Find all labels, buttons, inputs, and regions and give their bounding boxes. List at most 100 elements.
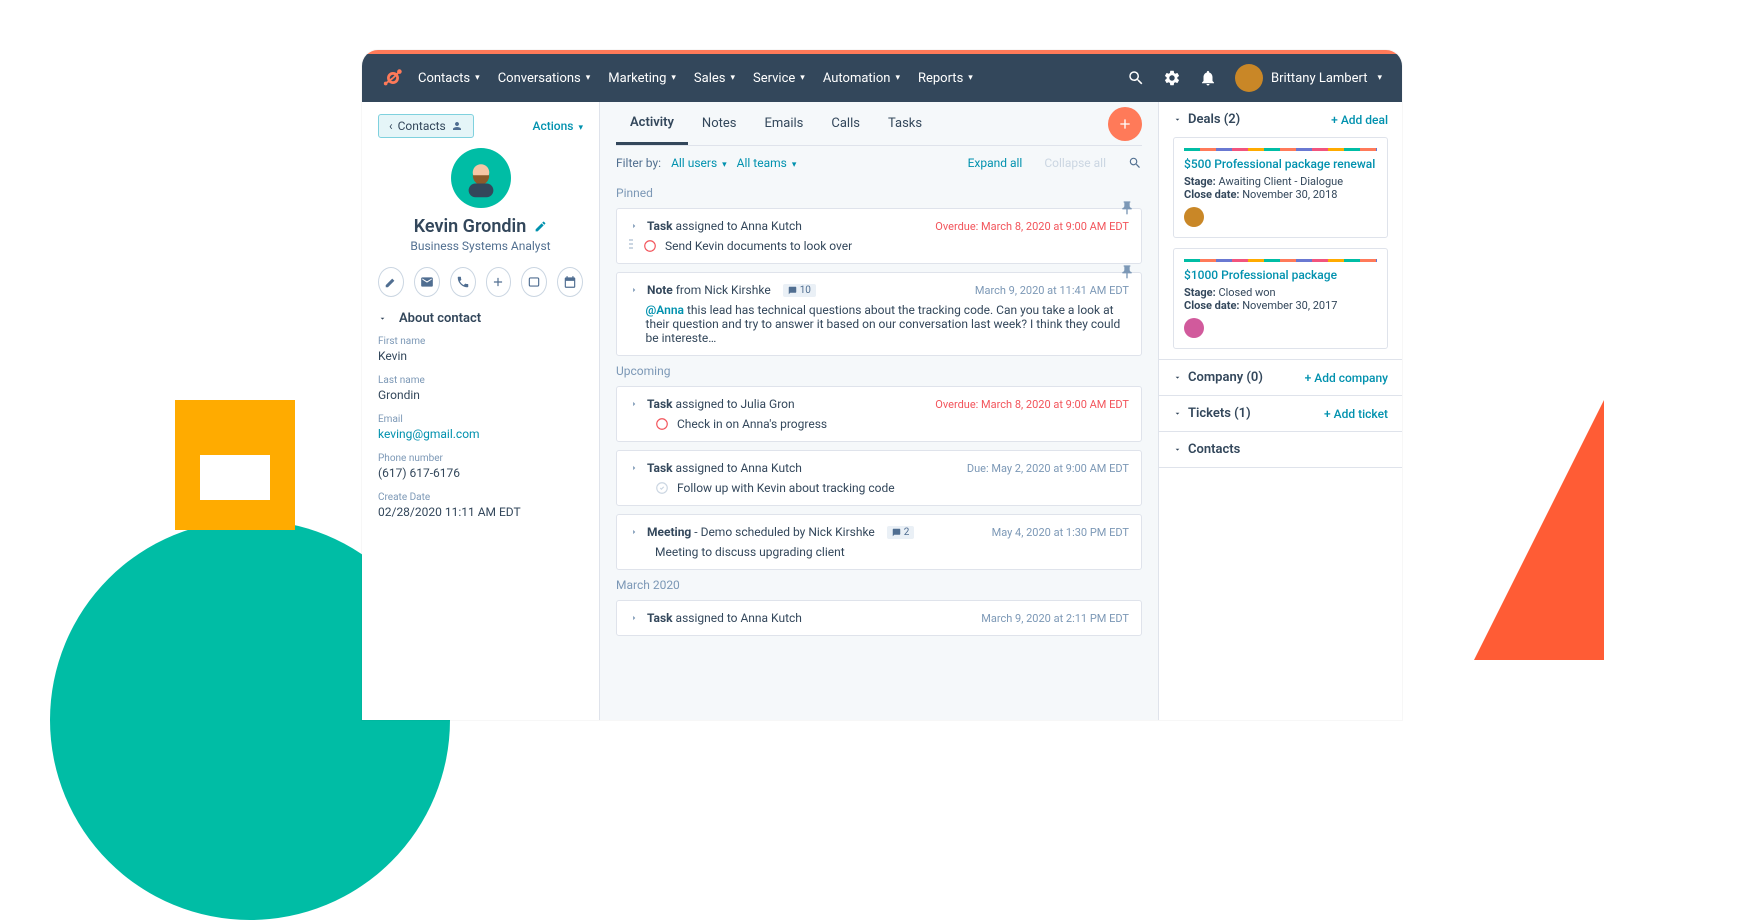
search-activity-icon[interactable] xyxy=(1128,156,1142,170)
deal-pipeline-bar xyxy=(1184,259,1377,262)
hubspot-logo-icon[interactable] xyxy=(382,67,404,89)
tab-tasks[interactable]: Tasks xyxy=(874,102,936,145)
activity-date: Due: May 2, 2020 at 9:00 AM EDT xyxy=(967,462,1129,475)
field-value: Grondin xyxy=(378,388,583,402)
deals-header[interactable]: Deals (2) + Add deal xyxy=(1173,112,1388,127)
contact-field[interactable]: Create Date 02/28/2020 11:11 AM EDT xyxy=(378,492,583,519)
contact-avatar[interactable] xyxy=(451,148,511,208)
deal-title[interactable]: $500 Professional package renewal xyxy=(1184,157,1377,171)
field-label: Create Date xyxy=(378,492,583,503)
nav-automation[interactable]: Automation▾ xyxy=(823,71,900,86)
activity-date: May 4, 2020 at 1:30 PM EDT xyxy=(992,526,1129,539)
tab-calls[interactable]: Calls xyxy=(817,102,874,145)
field-label: Email xyxy=(378,414,583,425)
tab-emails[interactable]: Emails xyxy=(750,102,817,145)
user-name: Brittany Lambert xyxy=(1271,71,1367,86)
search-icon[interactable] xyxy=(1127,69,1145,87)
group-upcoming: Upcoming xyxy=(616,364,1142,378)
nav-service[interactable]: Service▾ xyxy=(753,71,805,86)
settings-icon[interactable] xyxy=(1163,69,1181,87)
field-value: (617) 617-6176 xyxy=(378,466,583,480)
add-ticket-button[interactable]: + Add ticket xyxy=(1324,407,1388,421)
nav-marketing[interactable]: Marketing▾ xyxy=(608,71,676,86)
back-contacts-button[interactable]: ‹ Contacts xyxy=(378,114,474,138)
chevron-right-icon[interactable] xyxy=(629,399,639,409)
add-company-button[interactable]: + Add company xyxy=(1305,371,1388,385)
left-panel: ‹ Contacts Actions ▾ Kevin Grondin Busin… xyxy=(362,102,600,720)
comment-count[interactable]: 10 xyxy=(783,284,816,297)
nav-conversations[interactable]: Conversations▾ xyxy=(498,71,591,86)
deal-pipeline-bar xyxy=(1184,148,1377,151)
nav-reports[interactable]: Reports▾ xyxy=(918,71,973,86)
meeting-button[interactable] xyxy=(557,267,583,297)
activity-card[interactable]: Meeting - Demo scheduled by Nick Kirshke… xyxy=(616,514,1142,570)
contacts-header[interactable]: Contacts xyxy=(1173,442,1388,457)
activity-card[interactable]: Note from Nick Kirshke 10 March 9, 2020 … xyxy=(616,272,1142,356)
log-button[interactable] xyxy=(486,267,512,297)
right-panel: Deals (2) + Add deal $500 Professional p… xyxy=(1158,102,1402,720)
tickets-header[interactable]: Tickets (1) + Add ticket xyxy=(1173,406,1388,421)
filter-label: Filter by: xyxy=(616,156,661,170)
task-button[interactable] xyxy=(521,267,547,297)
field-value: 02/28/2020 11:11 AM EDT xyxy=(378,505,583,519)
comment-count[interactable]: 2 xyxy=(887,526,915,539)
activity-card[interactable]: Task assigned to Anna Kutch March 9, 202… xyxy=(616,600,1142,636)
call-button[interactable] xyxy=(450,267,476,297)
chevron-down-icon: ▾ xyxy=(1377,73,1382,83)
edit-icon[interactable] xyxy=(534,220,547,233)
note-button[interactable] xyxy=(378,267,404,297)
deal-title[interactable]: $1000 Professional package xyxy=(1184,268,1377,282)
chevron-right-icon[interactable] xyxy=(629,527,639,537)
filter-teams[interactable]: All teams ▾ xyxy=(737,156,797,170)
actions-dropdown[interactable]: Actions ▾ xyxy=(533,119,583,133)
about-contact-header[interactable]: About contact xyxy=(378,311,583,326)
activity-card[interactable]: Task assigned to Anna Kutch Overdue: Mar… xyxy=(616,208,1142,264)
contact-field[interactable]: Last nameGrondin xyxy=(378,375,583,402)
company-header[interactable]: Company (0) + Add company xyxy=(1173,370,1388,385)
task-done-icon[interactable] xyxy=(655,481,669,495)
mention[interactable]: @Anna xyxy=(646,303,684,317)
pin-icon[interactable] xyxy=(1119,264,1135,280)
user-avatar xyxy=(1235,64,1263,92)
nav-sales[interactable]: Sales▾ xyxy=(694,71,735,86)
filter-users[interactable]: All users ▾ xyxy=(671,156,727,170)
chevron-right-icon[interactable] xyxy=(629,463,639,473)
chevron-down-icon xyxy=(1173,373,1182,382)
drag-handle-icon[interactable] xyxy=(629,239,633,249)
expand-all[interactable]: Expand all xyxy=(968,156,1023,170)
notifications-icon[interactable] xyxy=(1199,69,1217,87)
chevron-right-icon[interactable] xyxy=(629,221,639,231)
activity-card[interactable]: Task assigned to Julia Gron Overdue: Mar… xyxy=(616,386,1142,442)
task-open-icon[interactable] xyxy=(655,417,669,431)
chevron-down-icon xyxy=(1173,115,1182,124)
chevron-right-icon[interactable] xyxy=(629,613,639,623)
nav-items: Contacts▾ Conversations▾ Marketing▾ Sale… xyxy=(418,71,1127,86)
activity-panel: Activity Notes Emails Calls Tasks Filter… xyxy=(600,102,1158,720)
field-label: First name xyxy=(378,336,583,347)
activity-date: March 9, 2020 at 11:41 AM EDT xyxy=(975,284,1129,297)
activity-date: Overdue: March 8, 2020 at 9:00 AM EDT xyxy=(935,398,1129,411)
pin-icon[interactable] xyxy=(1119,200,1135,216)
deal-card[interactable]: $500 Professional package renewal Stage:… xyxy=(1173,137,1388,238)
app-window: Contacts▾ Conversations▾ Marketing▾ Sale… xyxy=(362,50,1402,720)
contact-field[interactable]: Emailkeving@gmail.com xyxy=(378,414,583,441)
email-button[interactable] xyxy=(414,267,440,297)
activity-card[interactable]: Task assigned to Anna Kutch Due: May 2, … xyxy=(616,450,1142,506)
create-button[interactable] xyxy=(1108,107,1142,141)
nav-contacts[interactable]: Contacts▾ xyxy=(418,71,480,86)
top-nav: Contacts▾ Conversations▾ Marketing▾ Sale… xyxy=(362,54,1402,102)
add-deal-button[interactable]: + Add deal xyxy=(1331,113,1388,127)
chevron-right-icon[interactable] xyxy=(629,285,639,295)
chevron-left-icon: ‹ xyxy=(389,119,393,133)
contact-field[interactable]: Phone number(617) 617-6176 xyxy=(378,453,583,480)
person-icon xyxy=(451,120,463,132)
user-menu[interactable]: Brittany Lambert ▾ xyxy=(1235,64,1382,92)
tab-activity[interactable]: Activity xyxy=(616,102,688,145)
deal-card[interactable]: $1000 Professional package Stage: Closed… xyxy=(1173,248,1388,349)
contact-field[interactable]: First nameKevin xyxy=(378,336,583,363)
task-open-icon[interactable] xyxy=(643,239,657,253)
tab-notes[interactable]: Notes xyxy=(688,102,751,145)
activity-date: March 9, 2020 at 2:11 PM EDT xyxy=(981,612,1129,625)
contact-name: Kevin Grondin xyxy=(414,216,527,237)
nav-right: Brittany Lambert ▾ xyxy=(1127,64,1382,92)
